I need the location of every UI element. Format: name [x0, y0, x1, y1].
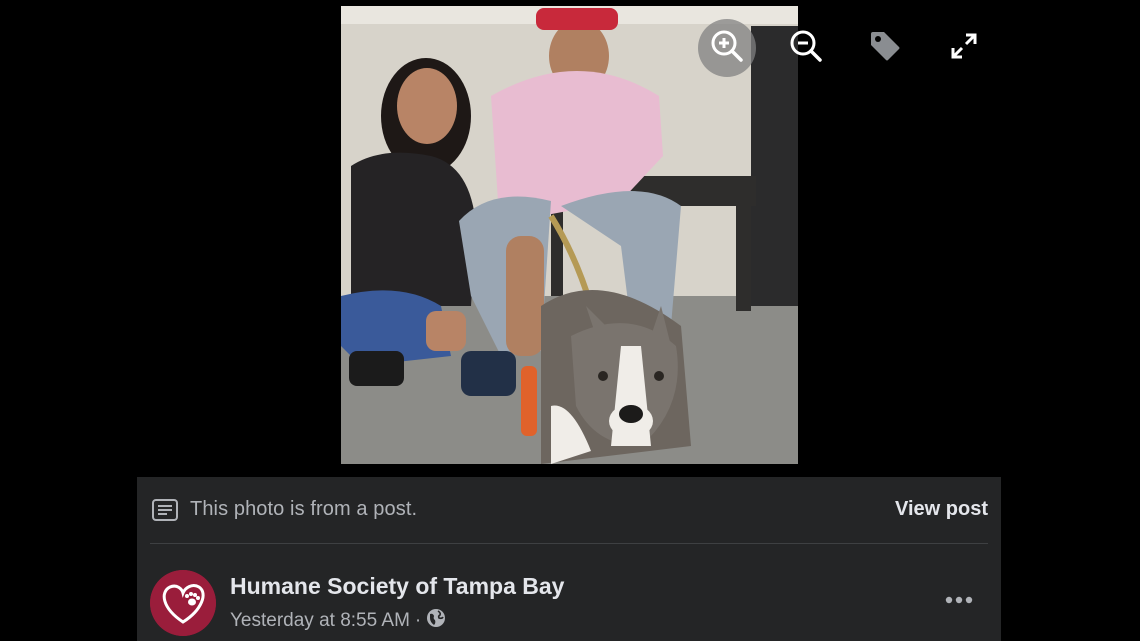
page-avatar[interactable]: [150, 570, 216, 636]
zoom-in-icon: [710, 29, 744, 68]
post-meta: Yesterday at 8:55 AM ·: [230, 608, 446, 634]
tag-icon: [868, 29, 902, 68]
meta-separator: ·: [414, 610, 422, 631]
globe-icon: [426, 608, 446, 634]
zoom-in-button[interactable]: [698, 19, 756, 77]
page-name-link[interactable]: Humane Society of Tampa Bay: [230, 573, 564, 600]
divider: [150, 543, 988, 544]
expand-icon: [949, 31, 979, 66]
post-notice: This photo is from a post. View post: [137, 477, 1001, 543]
post-timestamp[interactable]: Yesterday at 8:55 AM: [230, 610, 410, 632]
post-info-panel: This photo is from a post. View post Hum…: [137, 477, 1001, 641]
tag-button[interactable]: [856, 19, 914, 77]
zoom-out-button[interactable]: [777, 19, 835, 77]
view-post-link[interactable]: View post: [895, 498, 988, 521]
post-notice-text: This photo is from a post.: [190, 498, 418, 520]
zoom-out-icon: [789, 29, 823, 68]
more-options-icon[interactable]: [945, 592, 973, 610]
fullscreen-button[interactable]: [935, 19, 993, 77]
post-document-icon: [151, 498, 179, 527]
